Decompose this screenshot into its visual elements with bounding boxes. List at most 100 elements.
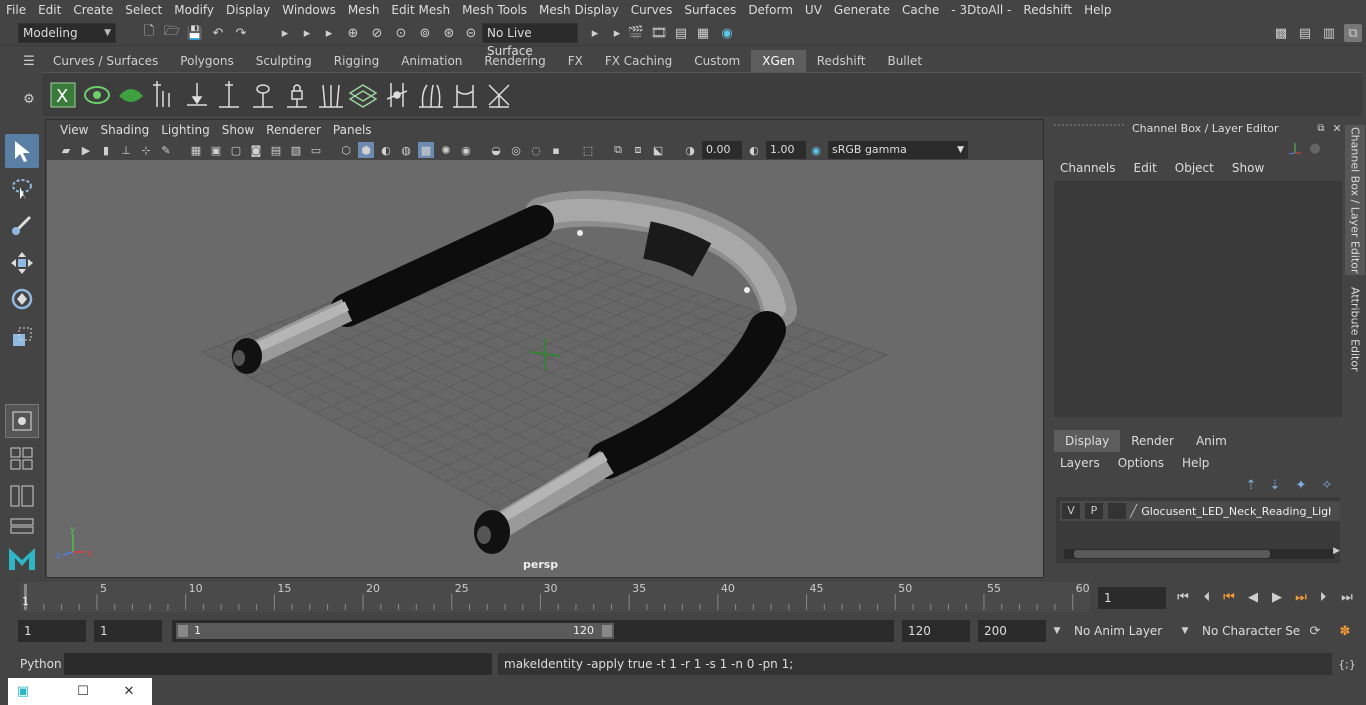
shelf-tab-fx[interactable]: FX bbox=[557, 50, 594, 72]
camera-select-icon[interactable]: ▰ bbox=[58, 142, 74, 158]
scale-tool[interactable] bbox=[5, 320, 39, 354]
close-icon[interactable]: ✕ bbox=[120, 682, 138, 700]
ipr-icon[interactable]: ▤ bbox=[672, 24, 690, 42]
move-layer-down-icon[interactable]: ⇣ bbox=[1266, 476, 1284, 494]
snap-curve-icon[interactable]: ⊘ bbox=[368, 24, 386, 42]
xgen-leaf-icon[interactable] bbox=[116, 79, 146, 111]
smooth-shade-icon[interactable]: ⬢ bbox=[358, 142, 374, 158]
shelf-tab-sculpting[interactable]: Sculpting bbox=[245, 50, 323, 72]
menu-mesh-tools[interactable]: Mesh Tools bbox=[456, 3, 533, 17]
panel-grip[interactable] bbox=[1054, 124, 1124, 126]
xgen-sculpt-guide-icon[interactable] bbox=[214, 79, 244, 111]
layer-tab-render[interactable]: Render bbox=[1120, 430, 1185, 452]
rotate-tool[interactable] bbox=[5, 282, 39, 316]
shelf-tab-custom[interactable]: Custom bbox=[683, 50, 751, 72]
new-layer-icon[interactable]: ✦ bbox=[1292, 476, 1310, 494]
snap-point-icon[interactable]: ⊙ bbox=[392, 24, 410, 42]
range-slider[interactable]: 1 120 bbox=[172, 620, 894, 642]
layer-scrollbar[interactable]: ▶ bbox=[1064, 546, 1340, 559]
menu-edit-mesh[interactable]: Edit Mesh bbox=[385, 3, 456, 17]
menu-create[interactable]: Create bbox=[67, 3, 119, 17]
layer-tab-anim[interactable]: Anim bbox=[1185, 430, 1238, 452]
script-editor-icon[interactable]: {;} bbox=[1338, 655, 1356, 673]
multisample-aa-icon[interactable]: ◎ bbox=[508, 142, 524, 158]
scrollbar-thumb[interactable] bbox=[1074, 550, 1270, 558]
colorspace-dropdown[interactable]: sRGB gamma ▼ bbox=[828, 141, 968, 159]
xray-joints-icon[interactable]: ⬕ bbox=[650, 142, 666, 158]
tab-attribute-editor[interactable]: Attribute Editor bbox=[1345, 279, 1365, 379]
screen-space-ao-icon[interactable]: ◉ bbox=[458, 142, 474, 158]
select-object-icon[interactable]: ▸ bbox=[298, 24, 316, 42]
bookmark-icon[interactable]: ▮ bbox=[98, 142, 114, 158]
xgen-lock-guide-icon[interactable] bbox=[282, 79, 312, 111]
new-layer-selected-icon[interactable]: ✧ bbox=[1318, 476, 1336, 494]
layer-visible-toggle[interactable]: V bbox=[1062, 503, 1080, 519]
shelf-tab-fx-caching[interactable]: FX Caching bbox=[594, 50, 683, 72]
xgen-preview-icon[interactable] bbox=[82, 79, 112, 111]
xgen-noise-icon[interactable] bbox=[484, 79, 514, 111]
use-all-lights-icon[interactable]: ▩ bbox=[418, 142, 434, 158]
camera-attributes-icon[interactable]: ▶ bbox=[78, 142, 94, 158]
menu-surfaces[interactable]: Surfaces bbox=[678, 3, 742, 17]
script-language-label[interactable]: Python bbox=[20, 657, 62, 671]
workspace-icon[interactable]: ▩ bbox=[1272, 24, 1290, 42]
snap-grid-icon[interactable]: ⊕ bbox=[344, 24, 362, 42]
menu-display[interactable]: Display bbox=[220, 3, 276, 17]
xgen-rebuild-icon[interactable] bbox=[382, 79, 412, 111]
xgen-add-guide-icon[interactable] bbox=[148, 79, 178, 111]
live-surface-field[interactable]: No Live Surface bbox=[482, 23, 578, 58]
channel-menu-channels[interactable]: Channels bbox=[1060, 161, 1116, 175]
layer-menu-help[interactable]: Help bbox=[1182, 456, 1209, 470]
soft-select-icon[interactable] bbox=[5, 404, 39, 438]
mode-dropdown[interactable]: Modeling ▼ bbox=[18, 23, 116, 43]
start-time-field[interactable]: 1 bbox=[18, 620, 86, 642]
construction-history-icon[interactable]: ▸ bbox=[586, 24, 604, 42]
hypershade-icon[interactable]: ◉ bbox=[718, 24, 736, 42]
layout-graph-icon[interactable] bbox=[5, 516, 39, 536]
channel-list[interactable] bbox=[1054, 181, 1342, 417]
current-frame-field[interactable]: 1 bbox=[1098, 587, 1166, 609]
exposure-icon[interactable]: ◑ bbox=[682, 142, 698, 158]
gamma-icon[interactable]: ◐ bbox=[746, 142, 762, 158]
layer-menu-options[interactable]: Options bbox=[1118, 456, 1164, 470]
open-scene-icon[interactable]: 🗁 bbox=[163, 24, 181, 42]
shelf-tab-rigging[interactable]: Rigging bbox=[323, 50, 390, 72]
redo-icon[interactable]: ↷ bbox=[232, 24, 250, 42]
step-back-key-icon[interactable]: ⏮ bbox=[1220, 588, 1238, 606]
menu-uv[interactable]: UV bbox=[799, 3, 828, 17]
shelf-tab-redshift[interactable]: Redshift bbox=[806, 50, 877, 72]
shelf-tab-polygons[interactable]: Polygons bbox=[169, 50, 244, 72]
image-plane-icon[interactable]: ⊥ bbox=[118, 142, 134, 158]
gamma-field[interactable]: 1.00 bbox=[766, 141, 806, 159]
wireframe-icon[interactable]: ⬡ bbox=[338, 142, 354, 158]
xgen-bend-icon[interactable] bbox=[416, 79, 446, 111]
undo-icon[interactable]: ↶ bbox=[209, 24, 227, 42]
xgen-guide-tool-icon[interactable] bbox=[248, 79, 278, 111]
save-scene-icon[interactable]: 💾 bbox=[186, 24, 204, 42]
exposure-field[interactable]: 0.00 bbox=[702, 141, 742, 159]
xgen-editor-icon[interactable]: X bbox=[48, 79, 78, 111]
range-handle-start[interactable] bbox=[178, 625, 188, 637]
layer-name[interactable]: Glocusent_LED_Neck_Reading_Light_ bbox=[1141, 505, 1331, 518]
field-chart-icon[interactable]: ▤ bbox=[268, 142, 284, 158]
menu-deform[interactable]: Deform bbox=[742, 3, 799, 17]
shelf-tab-xgen[interactable]: XGen bbox=[751, 50, 806, 72]
viewport-menu-lighting[interactable]: Lighting bbox=[155, 123, 216, 137]
layer-type-toggle[interactable] bbox=[1108, 503, 1126, 519]
menu-cache[interactable]: Cache bbox=[896, 3, 945, 17]
viewport-menu-panels[interactable]: Panels bbox=[327, 123, 378, 137]
viewport-menu-view[interactable]: View bbox=[54, 123, 94, 137]
depth-of-field-icon[interactable]: ◌ bbox=[528, 142, 544, 158]
channel-menu-show[interactable]: Show bbox=[1232, 161, 1264, 175]
xgen-guide-cv-icon[interactable] bbox=[316, 79, 346, 111]
play-backwards-icon[interactable]: ◀ bbox=[1244, 588, 1262, 606]
step-forward-frame-icon[interactable]: ⏵ bbox=[1314, 588, 1332, 606]
layer-tab-display[interactable]: Display bbox=[1054, 430, 1121, 452]
go-to-end-icon[interactable]: ⏭ bbox=[1338, 588, 1356, 606]
motion-blur-icon[interactable]: ◒ bbox=[488, 142, 504, 158]
menu-windows[interactable]: Windows bbox=[276, 3, 342, 17]
select-component-icon[interactable]: ▸ bbox=[320, 24, 338, 42]
resolution-gate-icon[interactable]: ▢ bbox=[228, 142, 244, 158]
move-tool[interactable] bbox=[5, 246, 39, 280]
menu-mesh-display[interactable]: Mesh Display bbox=[533, 3, 625, 17]
